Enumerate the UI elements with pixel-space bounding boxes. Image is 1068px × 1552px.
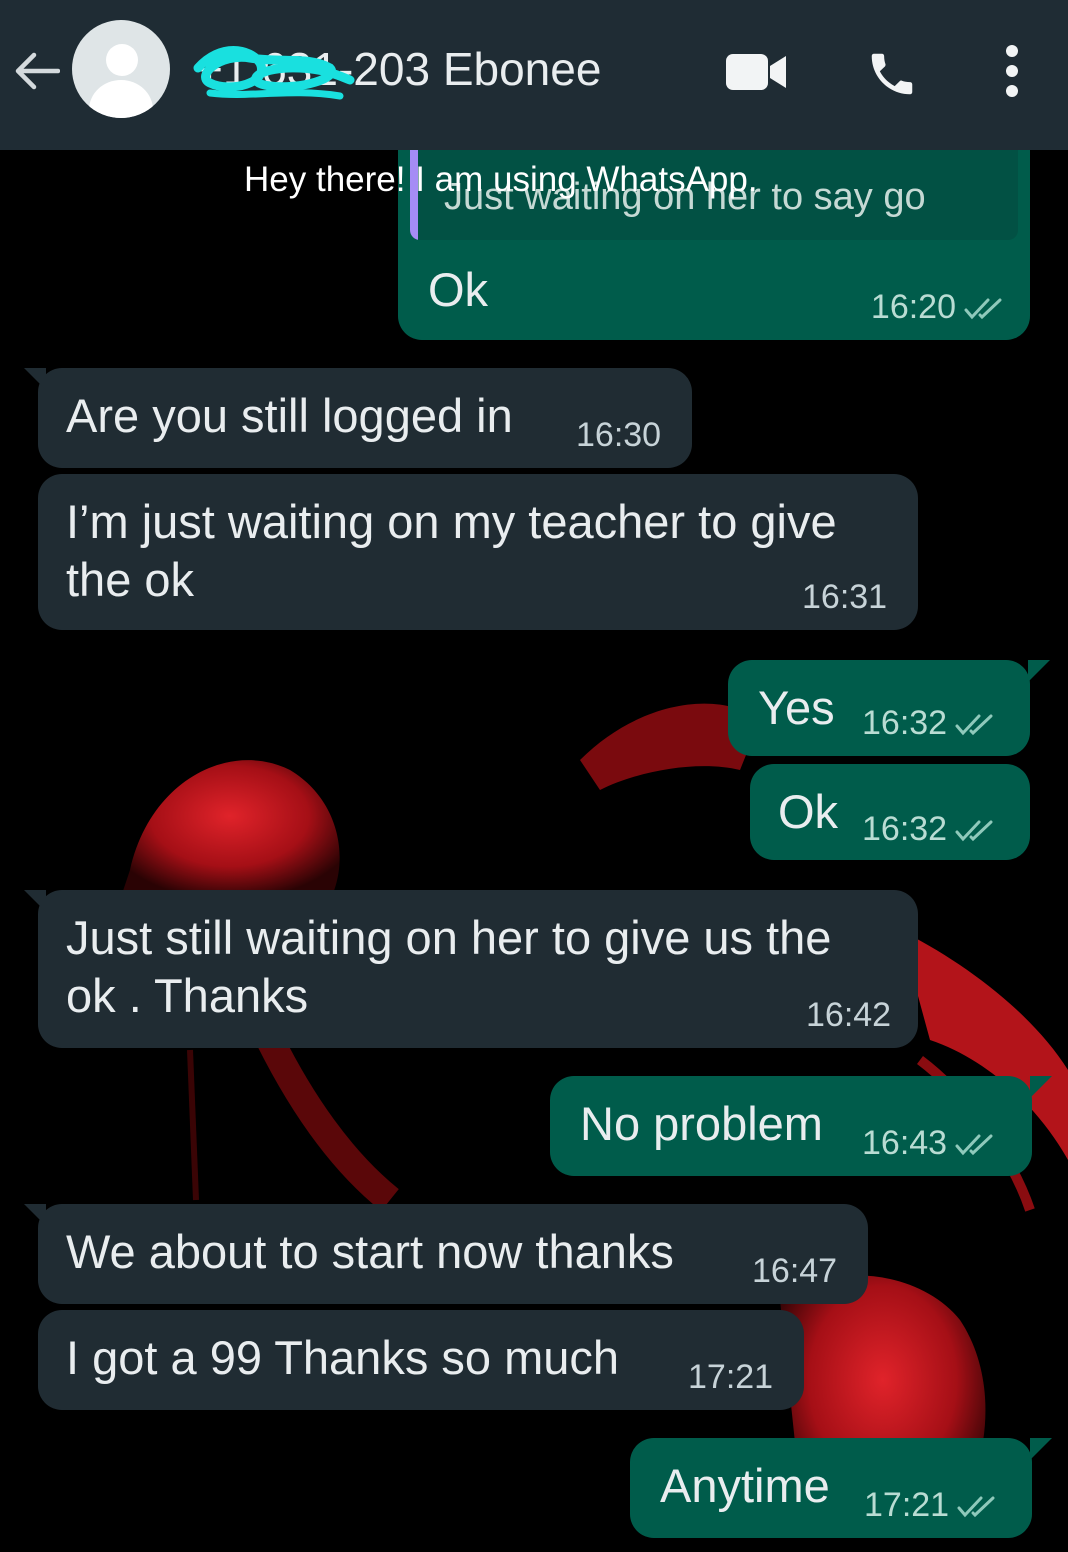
message-text: Ok <box>428 263 489 316</box>
message-bubble-outgoing[interactable]: Yes 16:32 <box>728 660 1050 756</box>
contact-avatar[interactable] <box>72 20 170 118</box>
message-bubble-outgoing[interactable]: Ok 16:32 <box>750 764 1030 860</box>
message-time: 16:42 <box>806 996 892 1034</box>
message-text-line-2: ok . Thanks <box>66 969 309 1022</box>
message-time: 16:30 <box>576 416 662 454</box>
message-time: 16:43 <box>862 1124 995 1163</box>
read-receipt-icon <box>955 820 993 842</box>
chat-header: +1 631-203 Ebonee <box>0 0 1068 150</box>
message-time: 17:21 <box>864 1486 997 1525</box>
read-receipt-icon <box>955 1134 993 1156</box>
message-text-line-2: the ok <box>66 553 195 606</box>
message-time: 16:31 <box>802 578 888 616</box>
more-options-icon[interactable] <box>996 42 1028 100</box>
message-text-line-1: I’m just waiting on my teacher to give <box>66 495 837 548</box>
message-time: 16:32 <box>862 810 995 849</box>
message-time: 17:21 <box>688 1358 774 1396</box>
message-bubble-incoming[interactable]: I got a 99 Thanks so much 17:21 <box>38 1310 804 1410</box>
video-call-icon[interactable] <box>726 50 788 94</box>
message-text: Are you still logged in <box>66 389 513 442</box>
message-bubble-incoming[interactable]: Are you still logged in 16:30 <box>24 368 692 468</box>
redaction-scribble <box>193 46 355 100</box>
message-bubble-incoming[interactable]: Just still waiting on her to give us the… <box>24 890 918 1048</box>
message-text: I got a 99 Thanks so much <box>66 1331 620 1384</box>
message-text-line-1: Just still waiting on her to give us the <box>66 911 832 964</box>
message-bubble-incoming[interactable]: I’m just waiting on my teacher to give t… <box>38 474 918 630</box>
message-text: Yes <box>758 681 835 734</box>
read-receipt-icon <box>957 1496 995 1518</box>
message-time: 16:47 <box>752 1252 838 1290</box>
message-bubble-incoming[interactable]: We about to start now thanks 16:47 <box>24 1204 868 1304</box>
message-text: No problem <box>580 1097 823 1150</box>
read-receipt-icon <box>955 714 993 736</box>
message-text: We about to start now thanks <box>66 1225 674 1278</box>
message-bubble-outgoing[interactable]: Anytime 17:21 <box>630 1438 1052 1538</box>
read-receipt-icon <box>964 298 1002 320</box>
message-text: Anytime <box>660 1459 830 1512</box>
back-arrow-icon[interactable] <box>12 46 62 96</box>
contact-status-text: Hey there! I am using WhatsApp. <box>244 160 758 199</box>
message-time: 16:32 <box>862 704 995 743</box>
message-text: Ok <box>778 785 839 838</box>
message-bubble-outgoing[interactable]: No problem 16:43 <box>550 1076 1052 1176</box>
phone-icon[interactable] <box>864 46 920 102</box>
message-time: 16:20 <box>871 288 1004 327</box>
